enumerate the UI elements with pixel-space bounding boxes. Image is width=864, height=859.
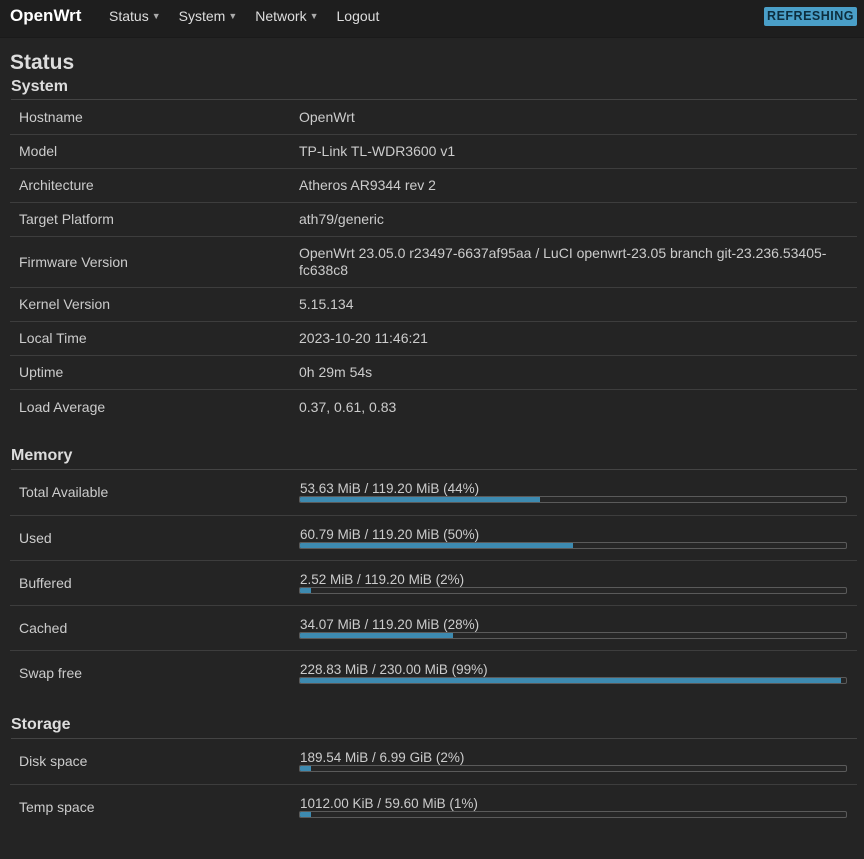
menu-logout[interactable]: Logout xyxy=(337,8,380,25)
progress-bar-fill xyxy=(300,811,311,817)
system-row-label: Firmware Version xyxy=(19,253,128,270)
system-row-value: TP-Link TL-WDR3600 v1 xyxy=(299,143,456,159)
progress-bar-text: 60.79 MiB / 119.20 MiB (50%) xyxy=(300,526,480,542)
system-row-label: Target Platform xyxy=(19,211,114,227)
memory-row-value: 53.63 MiB / 119.20 MiB (44%) xyxy=(299,470,857,515)
storage-row-label: Temp space xyxy=(19,798,95,815)
memory-row-label: Buffered xyxy=(19,574,72,591)
system-row-value: OpenWrt xyxy=(299,108,355,125)
system-row-value: 0.37, 0.61, 0.83 xyxy=(299,398,397,415)
progress-bar: 228.83 MiB / 230.00 MiB (99%) xyxy=(299,662,847,684)
progress-bar-track xyxy=(299,676,847,684)
system-row-label: Architecture xyxy=(19,177,94,193)
menu-status[interactable]: Status ▼ xyxy=(109,8,161,25)
system-table: Hostname OpenWrt Model TP-Link TL-WDR3600 v… xyxy=(10,100,857,424)
progress-bar-text: 1012.00 KiB / 59.60 MiB (1%) xyxy=(300,795,478,811)
progress-bar: 60.79 MiB / 119.20 MiB (50%) xyxy=(299,527,847,549)
system-row: Model TP-Link TL-WDR3600 v1 xyxy=(10,134,857,168)
system-row-label: Model xyxy=(19,143,58,159)
system-row: Uptime 0h 29m 54s xyxy=(10,355,857,389)
progress-bar: 1012.00 KiB / 59.60 MiB (1%) xyxy=(299,796,847,818)
progress-bar-track xyxy=(299,765,847,773)
caret-down-icon: ▼ xyxy=(151,11,161,21)
system-row: Local Time 2023-10-20 11:46:21 xyxy=(10,321,857,355)
system-row: Firmware Version OpenWrt 23.05.0 r23497-6… xyxy=(10,236,857,287)
progress-bar-track xyxy=(299,496,847,504)
system-row: Architecture Atheros AR9344 rev 2 xyxy=(10,168,857,202)
progress-bar-fill xyxy=(300,542,573,548)
progress-bar-text: 2.52 MiB / 119.20 MiB (2%) xyxy=(300,571,465,587)
memory-row-label: Total Available xyxy=(19,484,109,501)
system-row: Kernel Version 5.15.134 xyxy=(10,287,857,321)
storage-row: Temp space 1012.00 KiB / 59.60 MiB (1%) xyxy=(10,784,857,829)
progress-bar-fill xyxy=(300,587,311,593)
progress-bar-text: 228.83 MiB / 230.00 MiB (99%) xyxy=(300,661,488,677)
progress-bar-text: 189.54 MiB / 6.99 GiB (2%) xyxy=(300,750,465,766)
memory-row: Swap free 228.83 MiB / 230.00 MiB (99%) xyxy=(10,650,857,695)
progress-bar: 53.63 MiB / 119.20 MiB (44%) xyxy=(299,481,847,504)
progress-bar-text: 53.63 MiB / 119.20 MiB (44%) xyxy=(300,481,480,497)
system-row-label: Kernel Version xyxy=(19,296,111,312)
system-row-label: Uptime xyxy=(19,364,64,380)
refreshing-badge[interactable]: REFRESHING xyxy=(764,7,857,26)
system-row-value: 2023-10-20 11:46:21 xyxy=(299,330,428,346)
progress-bar-track xyxy=(299,541,847,549)
progress-bar-fill xyxy=(300,677,841,683)
storage-row-value: 1012.00 KiB / 59.60 MiB (1%) xyxy=(299,784,857,829)
page-title: Status xyxy=(10,51,75,74)
memory-row-value: 34.07 MiB / 119.20 MiB (28%) xyxy=(299,605,857,650)
system-row-label: Hostname xyxy=(19,108,83,125)
storage-row-label: Disk space xyxy=(19,753,88,770)
progress-bar-fill xyxy=(300,497,541,503)
memory-row-value: 228.83 MiB / 230.00 MiB (99%) xyxy=(299,650,857,695)
system-row-label: Local Time xyxy=(19,330,87,346)
system-row-value: ath79/generic xyxy=(299,211,384,227)
storage-row-value: 189.54 MiB / 6.99 GiB (2%) xyxy=(299,739,857,784)
system-row-value: Atheros AR9344 rev 2 xyxy=(299,177,436,193)
memory-row: Total Available 53.63 MiB / 119.20 MiB (4… xyxy=(10,470,857,515)
caret-down-icon: ▼ xyxy=(228,11,238,21)
memory-row: Cached 34.07 MiB / 119.20 MiB (28%) xyxy=(10,605,857,650)
memory-row: Used 60.79 MiB / 119.20 MiB (50%) xyxy=(10,515,857,560)
memory-row: Buffered 2.52 MiB / 119.20 MiB (2%) xyxy=(10,560,857,605)
progress-bar: 34.07 MiB / 119.20 MiB (28%) xyxy=(299,617,847,639)
progress-bar-track xyxy=(299,631,847,639)
system-row-value: 5.15.134 xyxy=(299,296,354,312)
menu-network[interactable]: Network ▼ xyxy=(255,8,318,25)
progress-bar-fill xyxy=(300,766,311,772)
memory-row-value: 60.79 MiB / 119.20 MiB (50%) xyxy=(299,515,857,560)
memory-table: Total Available 53.63 MiB / 119.20 MiB (4… xyxy=(10,470,857,695)
storage-row: Disk space 189.54 MiB / 6.99 GiB (2%) xyxy=(10,739,857,784)
progress-bar-track xyxy=(299,810,847,818)
memory-row-value: 2.52 MiB / 119.20 MiB (2%) xyxy=(299,560,857,605)
brand-logo[interactable]: OpenWrt xyxy=(10,6,81,26)
memory-row-label: Cached xyxy=(19,619,68,636)
top-navbar: OpenWrt Status ▼ System ▼ Network ▼ Logout … xyxy=(0,0,864,38)
storage-section-title: Storage xyxy=(11,715,857,739)
system-row: Target Platform ath79/generic xyxy=(10,202,857,236)
system-row-label: Load Average xyxy=(19,398,106,415)
main-menu: Status ▼ System ▼ Network ▼ Logout xyxy=(109,8,397,25)
progress-bar-text: 34.07 MiB / 119.20 MiB (28%) xyxy=(300,616,480,632)
caret-down-icon: ▼ xyxy=(309,11,319,21)
progress-bar: 2.52 MiB / 119.20 MiB (2%) xyxy=(299,572,847,594)
memory-row-label: Used xyxy=(19,529,52,546)
main-content: Status System Hostname OpenWrt Model TP-Lin… xyxy=(10,38,857,829)
progress-bar-fill xyxy=(300,632,453,638)
menu-system[interactable]: System ▼ xyxy=(179,8,238,25)
memory-row-label: Swap free xyxy=(19,664,83,681)
system-row: Hostname OpenWrt xyxy=(10,100,857,134)
system-row-value: 0h 29m 54s xyxy=(299,364,373,380)
progress-bar: 189.54 MiB / 6.99 GiB (2%) xyxy=(299,750,847,773)
system-section-title: System xyxy=(11,77,857,100)
system-row-value: OpenWrt 23.05.0 r23497-6637af95aa / LuCI… xyxy=(299,244,827,278)
memory-section-title: Memory xyxy=(11,446,857,470)
progress-bar-track xyxy=(299,586,847,594)
system-row: Load Average 0.37, 0.61, 0.83 xyxy=(10,389,857,424)
storage-table: Disk space 189.54 MiB / 6.99 GiB (2%) Temp… xyxy=(10,739,857,829)
